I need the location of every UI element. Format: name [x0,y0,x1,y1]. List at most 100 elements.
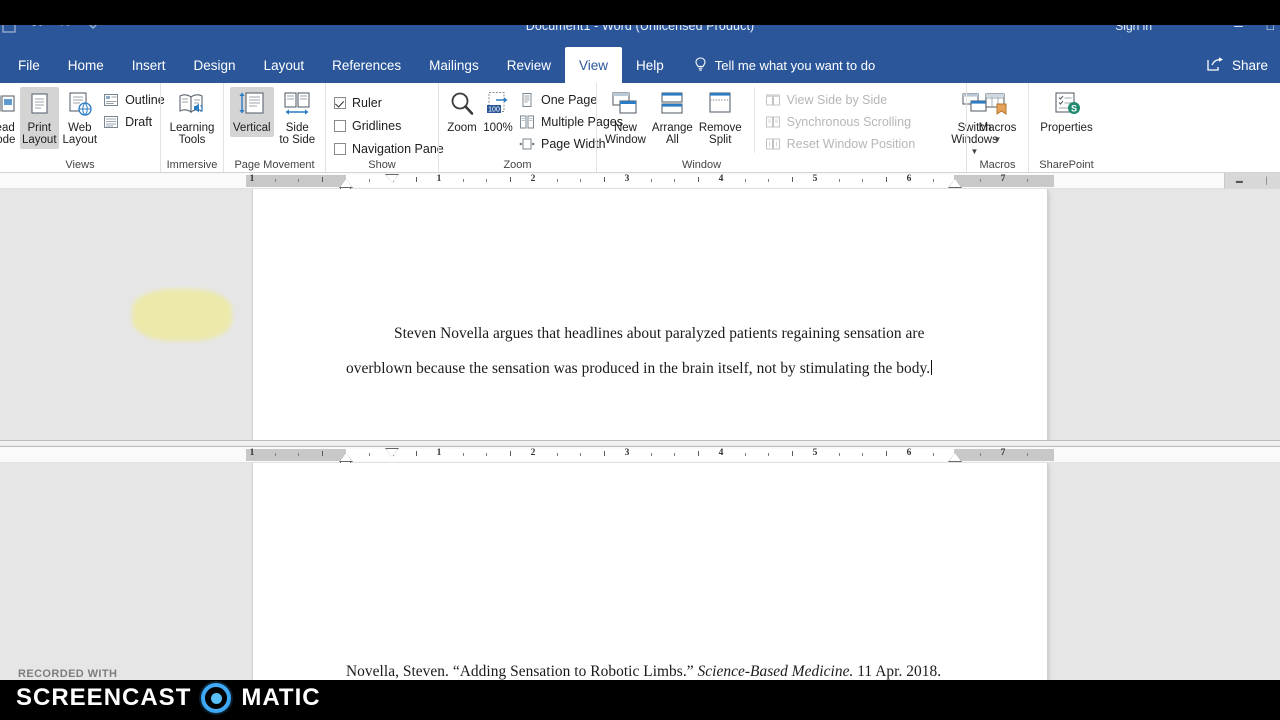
arrange-all-label: Arrange All [651,122,693,146]
share-button[interactable]: Share [1207,47,1268,83]
side-to-side-label: Side to Side [279,122,316,146]
macros-button[interactable]: Macros ▼ [973,87,1022,146]
macros-dropdown-icon[interactable]: ▼ [994,136,1002,144]
outline-button[interactable]: Outline [101,91,167,109]
minimize-icon[interactable]: ─ [1234,25,1243,33]
document-workspace: ▬ │ 1 1 2 3 4 5 6 7 Steven Novella argue… [0,173,1280,680]
svg-text:S: S [1070,104,1076,114]
ruler-checkbox-row[interactable]: Ruler [332,95,446,111]
ribbon-group-views: Read Mode Print Layout [0,83,165,172]
ruler-label: Ruler [352,96,382,110]
zoom-button[interactable]: Zoom [445,87,479,137]
navigation-pane-checkbox[interactable] [334,143,346,155]
new-window-button[interactable]: New Window [603,87,648,149]
horizontal-ruler-top[interactable]: ▬ │ 1 1 2 3 4 5 6 7 [0,173,1280,196]
document-page-1[interactable] [253,189,1047,440]
print-layout-icon [24,90,54,120]
window-group-label: Window [681,159,722,171]
tab-references[interactable]: References [318,47,415,83]
synchronous-scrolling-button[interactable]: Synchronous Scrolling [763,113,918,131]
vertical-button[interactable]: Vertical [230,87,274,137]
window-controls[interactable]: ─ □ [1234,25,1274,33]
navigation-pane-checkbox-row[interactable]: Navigation Pane [332,141,446,157]
tab-insert[interactable]: Insert [118,47,180,83]
document-line-1[interactable]: Steven Novella argues that headlines abo… [394,325,924,343]
ribbon-group-immersive: Learning Tools Immersive [160,83,223,172]
side-to-side-button[interactable]: Side to Side [276,87,320,149]
gridlines-checkbox[interactable] [334,120,346,132]
ribbon-group-show: Ruler Gridlines Navigation Pane Show [325,83,444,172]
show-options-list: Ruler Gridlines Navigation Pane [332,87,446,157]
document-pane-top[interactable]: Steven Novella argues that headlines abo… [0,189,1280,440]
macros-group-label: Macros [979,159,1016,171]
document-page-2[interactable] [253,463,1047,680]
tab-mailings[interactable]: Mailings [415,47,493,83]
ribbon-group-window: New Window Arrange All Remove Split View… [596,83,998,172]
reset-window-position-icon [765,136,781,152]
properties-button[interactable]: S Properties [1035,87,1098,137]
ruler-number: 6 [906,448,912,458]
maximize-icon[interactable]: □ [1267,25,1274,33]
page-movement-group-label: Page Movement [234,159,315,171]
ribbon-group-macros: Macros ▼ Macros [966,83,1028,172]
arrange-all-icon [657,90,687,120]
citation-suffix: 11 Apr. 2018. [853,663,942,680]
title-bar: Document1 - Word (Unlicensed Product) Si… [0,25,1280,47]
horizontal-ruler-bottom[interactable]: 1 1 2 3 4 5 6 7 [0,447,1280,470]
zoom-100-label: 100% [483,122,513,134]
tab-home[interactable]: Home [54,47,118,83]
document-pane-bottom[interactable]: Novella, Steven. “Adding Sensation to Ro… [0,463,1280,680]
new-window-label: New Window [605,122,646,146]
ruler-number: 6 [906,174,912,184]
remove-split-button[interactable]: Remove Split [697,87,744,149]
synchronous-scrolling-label: Synchronous Scrolling [786,115,912,129]
ruler-divider-icon: │ [1264,177,1270,185]
document-line-2[interactable]: overblown because the sensation was prod… [346,360,933,378]
draft-button[interactable]: Draft [101,113,167,131]
tab-file[interactable]: File [4,47,54,83]
sign-in-link[interactable]: Sign in [1115,25,1152,33]
ruler-number: 3 [624,174,630,184]
tell-me-search[interactable]: Tell me what you want to do [678,47,875,83]
ruler-checkbox[interactable] [334,97,346,109]
tab-view[interactable]: View [564,47,622,83]
multiple-pages-icon [519,114,535,130]
vertical-label: Vertical [232,122,271,134]
ruler-corner-controls-top[interactable]: ▬ │ [1224,173,1280,189]
window-split-bar[interactable] [0,440,1280,447]
vertical-scroll-icon [237,90,267,120]
ruler-number: 1 [249,174,255,184]
ribbon-group-zoom: Zoom 100 100% One Page Multiple Pages Pa… [438,83,623,172]
ruler-number: 1 [436,448,442,458]
read-mode-label: Read Mode [0,122,16,146]
remove-split-label: Remove Split [698,122,742,146]
outline-label: Outline [125,93,165,107]
learning-tools-button[interactable]: Learning Tools [167,87,217,149]
arrange-all-button[interactable]: Arrange All [650,87,695,149]
ruler-number: 1 [249,448,255,458]
read-mode-button[interactable]: Read Mode [0,87,18,149]
tab-layout[interactable]: Layout [250,47,319,83]
web-layout-icon [65,90,95,120]
properties-label: Properties [1040,122,1093,134]
tab-stop-icon[interactable]: ▬ [1236,178,1243,185]
ribbon-group-sharepoint: S Properties SharePoint [1028,83,1104,172]
ruler-number: 4 [718,448,724,458]
reset-window-position-button[interactable]: Reset Window Position [763,135,918,153]
tab-review[interactable]: Review [493,47,565,83]
tab-help[interactable]: Help [622,47,678,83]
draft-icon [103,114,119,130]
gridlines-checkbox-row[interactable]: Gridlines [332,118,446,134]
ribbon-tabs: File Home Insert Design Layout Reference… [0,47,1280,83]
remove-split-icon [705,90,735,120]
view-side-by-side-button[interactable]: View Side by Side [763,91,918,109]
tell-me-label: Tell me what you want to do [714,57,876,73]
print-layout-button[interactable]: Print Layout [20,87,59,149]
zoom-100-button[interactable]: 100 100% [481,87,515,137]
document-line-2-text: overblown because the sensation was prod… [346,360,931,377]
tab-design[interactable]: Design [180,47,250,83]
ribbon-group-page-movement: Vertical Side to Side Page Movement [223,83,325,172]
ribbon: Read Mode Print Layout [0,83,1280,173]
citation-line-1[interactable]: Novella, Steven. “Adding Sensation to Ro… [346,663,941,680]
web-layout-button[interactable]: Web Layout [61,87,100,149]
